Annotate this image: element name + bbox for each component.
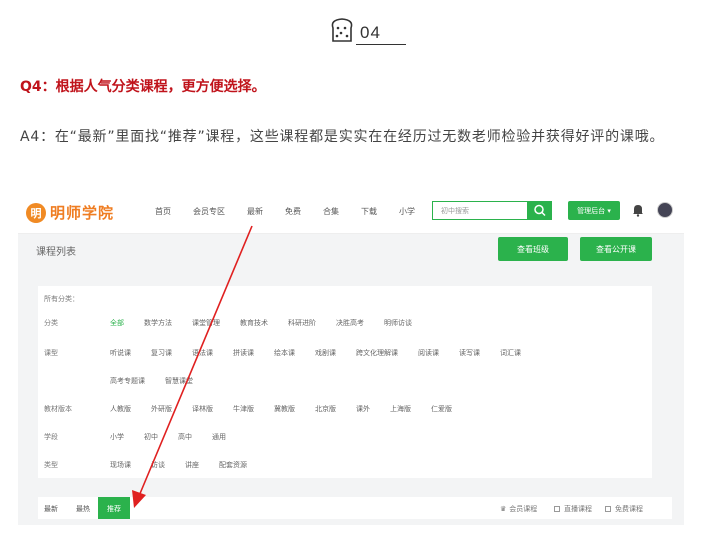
embedded-screenshot: 明 明师学院 首页 会员专区 最新 免费 合集 下载 小学 初中搜索 管理后台 …	[18, 190, 684, 525]
red-arrow-annotation	[132, 225, 253, 508]
section-underline	[356, 44, 406, 45]
answer-text: A4：在“最新”里面找“推荐”课程，这些课程都是实实在在经历过无数老师检验并获得…	[20, 129, 665, 145]
section-number: 04	[360, 23, 381, 42]
section-header: 04	[0, 14, 702, 46]
question-text: Q4：根据人气分类课程，更方便选择。	[20, 79, 266, 95]
toast-icon	[331, 18, 353, 42]
